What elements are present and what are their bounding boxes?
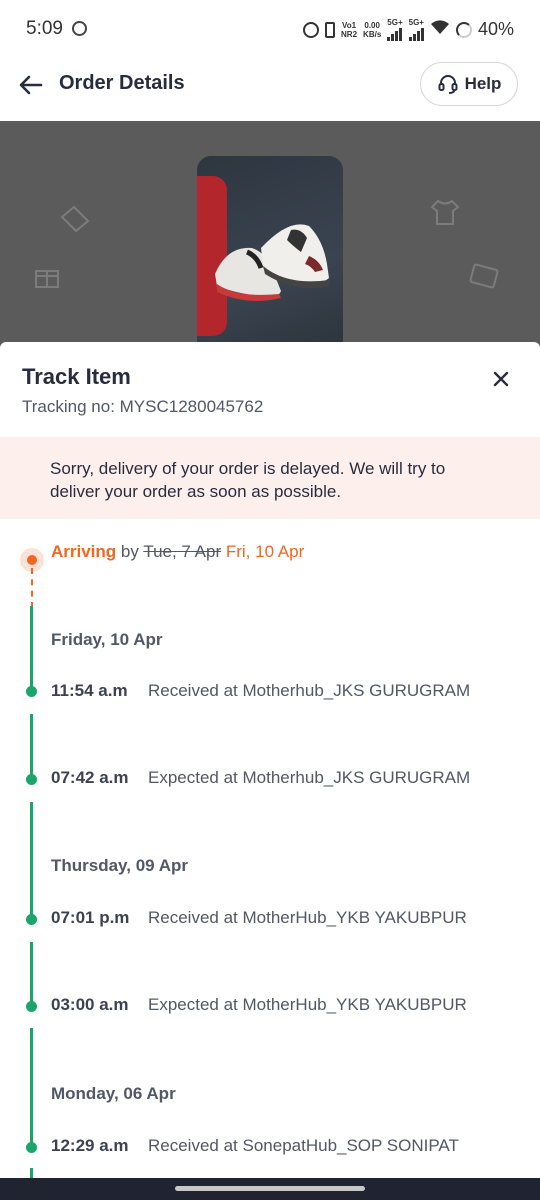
tag-icon (60, 205, 90, 233)
whatsapp-icon (72, 21, 87, 36)
event-time: 11:54 a.m (51, 681, 128, 700)
arriving-label: Arriving (51, 542, 117, 561)
app-bar: Order Details Help (0, 60, 540, 121)
new-delivery-date: Fri, 10 Apr (225, 542, 305, 561)
event-text: Expected at MotherHub_YKB YAKUBPUR (148, 995, 467, 1014)
event-text: Received at SonepatHub_SOP SONIPAT (148, 1136, 459, 1155)
page-title: Order Details (59, 72, 185, 94)
timeline-event: 07:01 p.m Received at MotherHub_YKB YAKUB… (51, 908, 467, 928)
event-time: 12:29 a.m (51, 1136, 129, 1155)
help-button[interactable]: Help (420, 62, 518, 106)
timeline-event: 12:29 a.m Received at SonepatHub_SOP SONI… (51, 1136, 459, 1156)
event-text: Received at Motherhub_JKS GURUGRAM (148, 681, 471, 700)
signal-icon (387, 27, 403, 41)
timeline-dot (26, 686, 37, 697)
sim2-signal: 5G+ (408, 18, 424, 41)
timeline-dot (26, 1142, 37, 1153)
timeline-line (30, 714, 33, 780)
status-icons: Vo1 NR2 0.00 KB/s 5G+ 5G+ 40% (303, 18, 514, 41)
arriving-dot (27, 555, 37, 565)
battery-percent: 40% (477, 19, 514, 39)
tracking-number: Tracking no: MYSC1280045762 (22, 397, 264, 416)
gift-icon (35, 270, 59, 288)
event-time: 03:00 a.m (51, 995, 129, 1014)
track-item-sheet: Track Item Tracking no: MYSC1280045762 S… (0, 342, 540, 1178)
signal-icon (408, 27, 424, 41)
system-nav-bar (0, 1178, 540, 1200)
delay-banner: Sorry, delivery of your order is delayed… (0, 437, 540, 519)
event-time: 07:42 a.m (51, 768, 129, 787)
status-bar: 5:09 Vo1 NR2 0.00 KB/s 5G+ 5G+ 40% (0, 0, 540, 60)
card-icon (469, 263, 499, 289)
arriving-dashed-line (31, 568, 33, 608)
speed-unit: KB/s (363, 29, 382, 39)
help-label: Help (464, 74, 502, 93)
timeline-line (30, 1168, 33, 1178)
network-label-top: Vo1 (342, 20, 357, 30)
alarm-icon (303, 21, 320, 38)
vibrate-icon (325, 21, 336, 38)
home-gesture-handle[interactable] (175, 1186, 365, 1191)
event-text: Expected at Motherhub_JKS GURUGRAM (148, 768, 471, 787)
arriving-by: by (120, 542, 139, 561)
event-time: 07:01 p.m (51, 908, 130, 927)
back-arrow-icon (19, 75, 43, 95)
speed-label: 0.00 KB/s (363, 21, 381, 39)
old-delivery-date: Tue, 7 Apr (143, 542, 222, 561)
timeline-event: 07:42 a.m Expected at Motherhub_JKS GURUG… (51, 768, 470, 788)
timeline-line (30, 1028, 33, 1148)
timeline-date: Monday, 06 Apr (51, 1084, 176, 1103)
sim1-label: 5G+ (387, 18, 403, 27)
headset-icon (438, 75, 458, 94)
timeline-line (30, 802, 33, 922)
arriving-status: Arriving by Tue, 7 Apr Fri, 10 Apr (51, 542, 304, 562)
dimmed-background[interactable] (0, 121, 540, 351)
event-text: Received at MotherHub_YKB YAKUBPUR (148, 908, 467, 927)
sim1-signal: 5G+ (387, 18, 403, 41)
wifi-icon (430, 19, 450, 40)
timeline-date: Thursday, 09 Apr (51, 856, 188, 875)
tshirt-icon (430, 199, 460, 225)
timeline-line (30, 942, 33, 1002)
product-image (197, 156, 343, 351)
timeline-dot (26, 914, 37, 925)
timeline-event: 03:00 a.m Expected at MotherHub_YKB YAKUB… (51, 995, 467, 1015)
battery-icon (455, 21, 472, 38)
timeline-line (30, 606, 33, 692)
status-time: 5:09 (26, 18, 63, 39)
timeline-dot (26, 1001, 37, 1012)
network-label: Vo1 NR2 (341, 21, 357, 39)
sneaker-image (215, 224, 329, 301)
timeline-date: Friday, 10 Apr (51, 630, 163, 649)
speed-value: 0.00 (364, 20, 380, 30)
timeline-dot (26, 774, 37, 785)
close-button[interactable] (490, 368, 512, 390)
network-label-bottom: NR2 (341, 29, 358, 39)
close-icon (493, 371, 509, 387)
sheet-title: Track Item (22, 364, 131, 389)
back-button[interactable] (16, 70, 46, 100)
sim2-label: 5G+ (408, 18, 424, 27)
timeline-event: 11:54 a.m Received at Motherhub_JKS GURUG… (51, 681, 470, 701)
